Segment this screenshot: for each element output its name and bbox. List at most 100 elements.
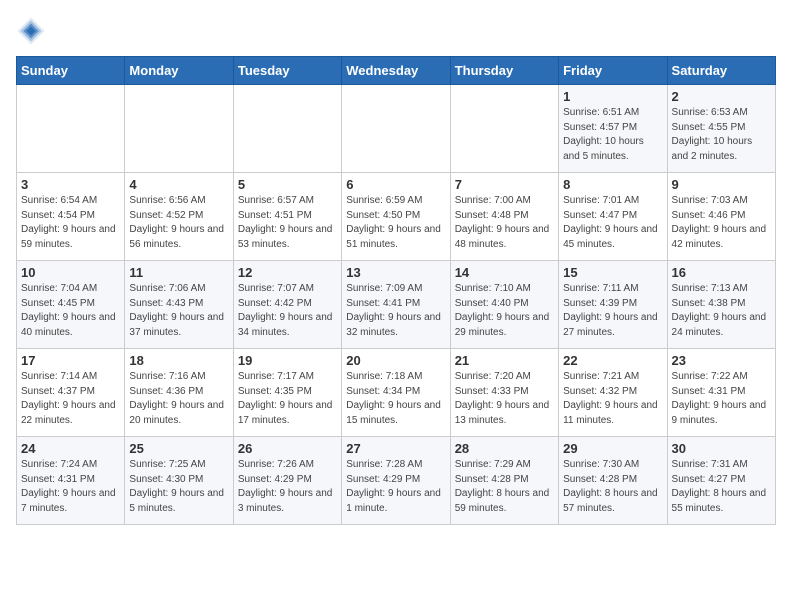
- day-number: 10: [21, 265, 120, 280]
- day-info: Sunrise: 7:24 AM Sunset: 4:31 PM Dayligh…: [21, 458, 120, 516]
- day-info: Sunrise: 7:14 AM Sunset: 4:37 PM Dayligh…: [21, 370, 120, 428]
- table-row: 26 Sunrise: 7:26 AM Sunset: 4:29 PM Dayli…: [233, 437, 341, 525]
- weekday-header-monday: Monday: [125, 57, 233, 85]
- day-info: Sunrise: 7:03 AM Sunset: 4:46 PM Dayligh…: [672, 194, 771, 252]
- week-row-2: 3 Sunrise: 6:54 AM Sunset: 4:54 PM Daylig…: [17, 173, 776, 261]
- table-row: 28 Sunrise: 7:29 AM Sunset: 4:28 PM Dayli…: [450, 437, 558, 525]
- weekday-header-wednesday: Wednesday: [342, 57, 450, 85]
- day-number: 4: [129, 177, 228, 192]
- table-row: 1 Sunrise: 6:51 AM Sunset: 4:57 PM Daylig…: [559, 85, 667, 173]
- table-row: [450, 85, 558, 173]
- table-row: 22 Sunrise: 7:21 AM Sunset: 4:32 PM Dayli…: [559, 349, 667, 437]
- day-info: Sunrise: 7:01 AM Sunset: 4:47 PM Dayligh…: [563, 194, 662, 252]
- table-row: 25Sunrise: 7:25 AM Sunset: 4:30 PM Dayli…: [125, 437, 233, 525]
- table-row: [17, 85, 125, 173]
- table-row: 13 Sunrise: 7:09 AM Sunset: 4:41 PM Dayli…: [342, 261, 450, 349]
- day-info: Sunrise: 7:26 AM Sunset: 4:29 PM Dayligh…: [238, 458, 337, 516]
- day-info: Sunrise: 6:57 AM Sunset: 4:51 PM Dayligh…: [238, 194, 337, 252]
- day-number: 2: [672, 89, 771, 104]
- table-row: 2 Sunrise: 6:53 AM Sunset: 4:55 PM Daylig…: [667, 85, 775, 173]
- table-row: 16 Sunrise: 7:13 AM Sunset: 4:38 PM Dayli…: [667, 261, 775, 349]
- table-row: 6 Sunrise: 6:59 AM Sunset: 4:50 PM Daylig…: [342, 173, 450, 261]
- day-number: 9: [672, 177, 771, 192]
- day-info: Sunrise: 6:53 AM Sunset: 4:55 PM Dayligh…: [672, 106, 771, 164]
- table-row: 19 Sunrise: 7:17 AM Sunset: 4:35 PM Dayli…: [233, 349, 341, 437]
- day-number: 27: [346, 441, 445, 456]
- day-number: 6: [346, 177, 445, 192]
- day-number: 24: [21, 441, 120, 456]
- day-info: Sunrise: 7:20 AM Sunset: 4:33 PM Dayligh…: [455, 370, 554, 428]
- day-number: 3: [21, 177, 120, 192]
- day-number: 17: [21, 353, 120, 368]
- day-info: Sunrise: 7:16 AM Sunset: 4:36 PM Dayligh…: [129, 370, 228, 428]
- day-info: Sunrise: 7:06 AM Sunset: 4:43 PM Dayligh…: [129, 282, 228, 340]
- day-info: Sunrise: 6:54 AM Sunset: 4:54 PM Dayligh…: [21, 194, 120, 252]
- weekday-header-tuesday: Tuesday: [233, 57, 341, 85]
- day-info: Sunrise: 7:07 AM Sunset: 4:42 PM Dayligh…: [238, 282, 337, 340]
- day-number: 8: [563, 177, 662, 192]
- day-info: Sunrise: 6:56 AM Sunset: 4:52 PM Dayligh…: [129, 194, 228, 252]
- day-number: 7: [455, 177, 554, 192]
- day-number: 12: [238, 265, 337, 280]
- table-row: 23Sunrise: 7:22 AM Sunset: 4:31 PM Dayli…: [667, 349, 775, 437]
- table-row: 5 Sunrise: 6:57 AM Sunset: 4:51 PM Daylig…: [233, 173, 341, 261]
- day-number: 30: [672, 441, 771, 456]
- table-row: 8 Sunrise: 7:01 AM Sunset: 4:47 PM Daylig…: [559, 173, 667, 261]
- week-row-1: 1 Sunrise: 6:51 AM Sunset: 4:57 PM Daylig…: [17, 85, 776, 173]
- table-row: 15 Sunrise: 7:11 AM Sunset: 4:39 PM Dayli…: [559, 261, 667, 349]
- day-info: Sunrise: 7:04 AM Sunset: 4:45 PM Dayligh…: [21, 282, 120, 340]
- day-info: Sunrise: 7:10 AM Sunset: 4:40 PM Dayligh…: [455, 282, 554, 340]
- table-row: [125, 85, 233, 173]
- day-number: 16: [672, 265, 771, 280]
- week-row-5: 24 Sunrise: 7:24 AM Sunset: 4:31 PM Dayli…: [17, 437, 776, 525]
- day-number: 28: [455, 441, 554, 456]
- weekday-header-friday: Friday: [559, 57, 667, 85]
- calendar-table: SundayMondayTuesdayWednesdayThursdayFrid…: [16, 56, 776, 525]
- day-number: 20: [346, 353, 445, 368]
- day-info: Sunrise: 7:18 AM Sunset: 4:34 PM Dayligh…: [346, 370, 445, 428]
- day-info: Sunrise: 6:59 AM Sunset: 4:50 PM Dayligh…: [346, 194, 445, 252]
- day-info: Sunrise: 7:09 AM Sunset: 4:41 PM Dayligh…: [346, 282, 445, 340]
- day-number: 23: [672, 353, 771, 368]
- day-number: 11: [129, 265, 228, 280]
- day-info: Sunrise: 7:00 AM Sunset: 4:48 PM Dayligh…: [455, 194, 554, 252]
- day-info: Sunrise: 6:51 AM Sunset: 4:57 PM Dayligh…: [563, 106, 662, 164]
- table-row: 4 Sunrise: 6:56 AM Sunset: 4:52 PM Daylig…: [125, 173, 233, 261]
- table-row: 27 Sunrise: 7:28 AM Sunset: 4:29 PM Dayli…: [342, 437, 450, 525]
- day-number: 14: [455, 265, 554, 280]
- day-info: Sunrise: 7:28 AM Sunset: 4:29 PM Dayligh…: [346, 458, 445, 516]
- weekday-header-thursday: Thursday: [450, 57, 558, 85]
- day-number: 18: [129, 353, 228, 368]
- day-number: 26: [238, 441, 337, 456]
- day-number: 5: [238, 177, 337, 192]
- day-number: 29: [563, 441, 662, 456]
- table-row: 7 Sunrise: 7:00 AM Sunset: 4:48 PM Daylig…: [450, 173, 558, 261]
- day-number: 1: [563, 89, 662, 104]
- table-row: 10 Sunrise: 7:04 AM Sunset: 4:45 PM Dayli…: [17, 261, 125, 349]
- weekday-header-sunday: Sunday: [17, 57, 125, 85]
- weekday-header-row: SundayMondayTuesdayWednesdayThursdayFrid…: [17, 57, 776, 85]
- table-row: 18 Sunrise: 7:16 AM Sunset: 4:36 PM Dayli…: [125, 349, 233, 437]
- table-row: 14 Sunrise: 7:10 AM Sunset: 4:40 PM Dayli…: [450, 261, 558, 349]
- logo-icon: [16, 16, 46, 46]
- table-row: [233, 85, 341, 173]
- day-number: 19: [238, 353, 337, 368]
- page-header: [16, 16, 776, 46]
- week-row-3: 10 Sunrise: 7:04 AM Sunset: 4:45 PM Dayli…: [17, 261, 776, 349]
- day-info: Sunrise: 7:11 AM Sunset: 4:39 PM Dayligh…: [563, 282, 662, 340]
- day-number: 22: [563, 353, 662, 368]
- table-row: 29Sunrise: 7:30 AM Sunset: 4:28 PM Dayli…: [559, 437, 667, 525]
- day-number: 15: [563, 265, 662, 280]
- day-number: 25: [129, 441, 228, 456]
- day-info: Sunrise: 7:17 AM Sunset: 4:35 PM Dayligh…: [238, 370, 337, 428]
- table-row: 21Sunrise: 7:20 AM Sunset: 4:33 PM Dayli…: [450, 349, 558, 437]
- day-info: Sunrise: 7:29 AM Sunset: 4:28 PM Dayligh…: [455, 458, 554, 516]
- table-row: 20 Sunrise: 7:18 AM Sunset: 4:34 PM Dayli…: [342, 349, 450, 437]
- table-row: 30Sunrise: 7:31 AM Sunset: 4:27 PM Dayli…: [667, 437, 775, 525]
- day-info: Sunrise: 7:21 AM Sunset: 4:32 PM Dayligh…: [563, 370, 662, 428]
- day-info: Sunrise: 7:13 AM Sunset: 4:38 PM Dayligh…: [672, 282, 771, 340]
- weekday-header-saturday: Saturday: [667, 57, 775, 85]
- day-number: 13: [346, 265, 445, 280]
- table-row: 9 Sunrise: 7:03 AM Sunset: 4:46 PM Daylig…: [667, 173, 775, 261]
- table-row: [342, 85, 450, 173]
